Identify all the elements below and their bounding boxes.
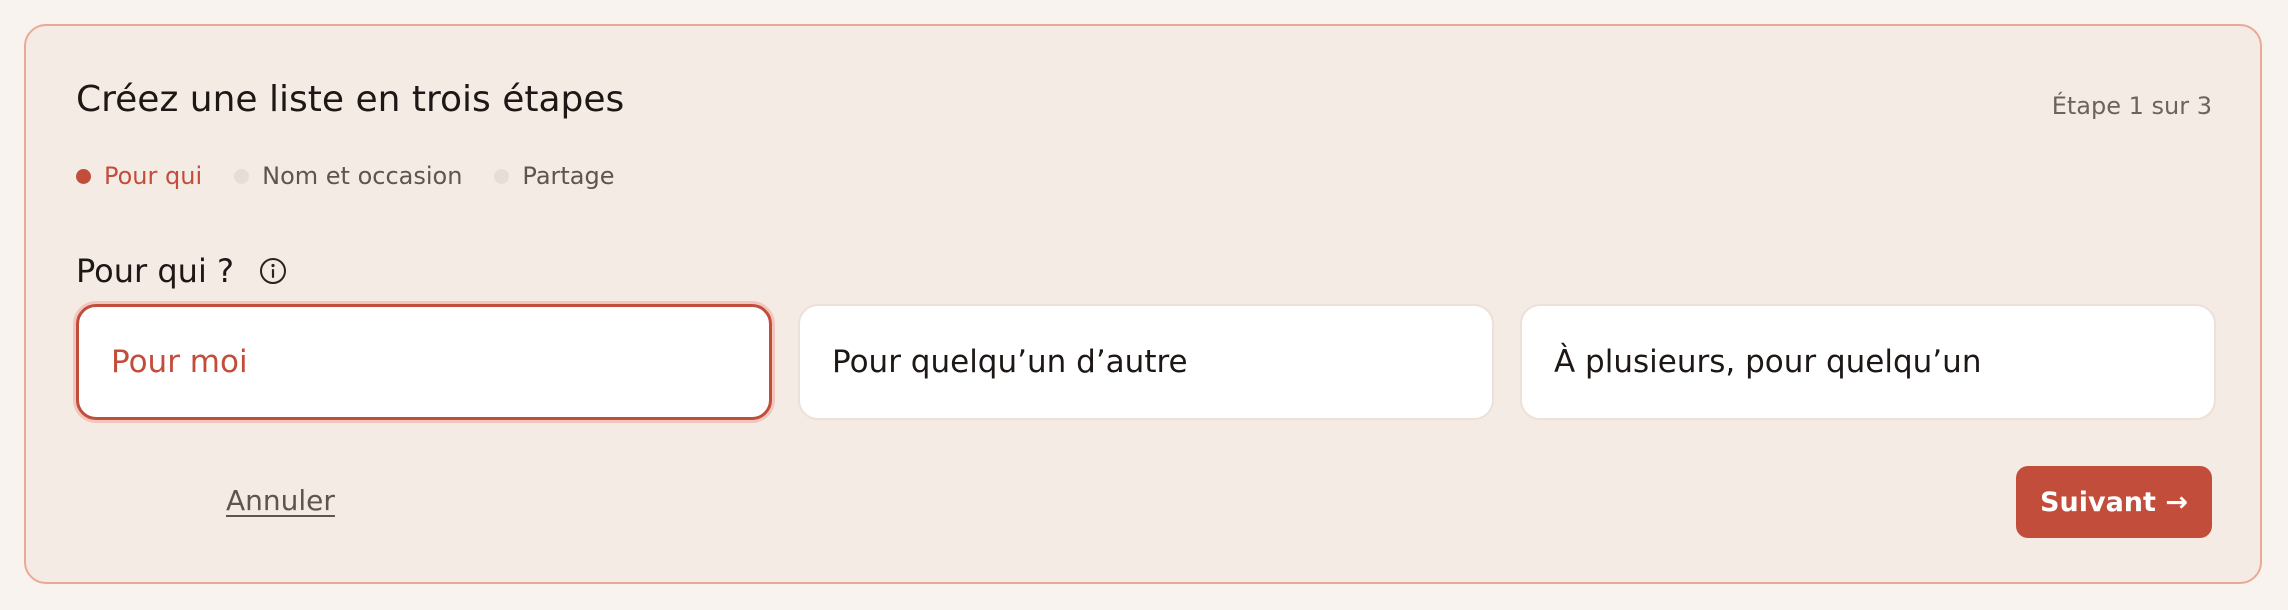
- info-circle-icon[interactable]: [258, 256, 288, 286]
- wizard-title: Créez une liste en trois étapes: [76, 79, 625, 120]
- option-a-plusieurs[interactable]: À plusieurs, pour quelqu’un: [1520, 304, 2216, 420]
- question-label: Pour qui ?: [76, 252, 234, 290]
- step-nom-et-occasion: Nom et occasion: [234, 162, 462, 190]
- cancel-link[interactable]: Annuler: [226, 484, 335, 517]
- wizard-stepper: Pour qui Nom et occasion Partage: [76, 154, 647, 198]
- next-button[interactable]: Suivant →: [2016, 466, 2212, 538]
- step-dot: [234, 168, 250, 184]
- option-pour-quelqu-un-d-autre[interactable]: Pour quelqu’un d’autre: [798, 304, 1494, 420]
- wizard-card: Créez une liste en trois étapes Étape 1 …: [24, 24, 2262, 584]
- recipient-options: Pour moi Pour quelqu’un d’autre À plusie…: [76, 304, 2216, 420]
- step-dot: [494, 168, 510, 184]
- step-counter: Étape 1 sur 3: [2051, 92, 2212, 120]
- step-dot-active: [76, 168, 91, 184]
- step-label: Pour qui: [104, 162, 203, 190]
- option-pour-moi[interactable]: Pour moi: [76, 304, 772, 420]
- step-partage: Partage: [494, 162, 615, 190]
- step-label: Partage: [522, 162, 615, 190]
- step-pour-qui: Pour qui: [76, 162, 202, 190]
- step-label: Nom et occasion: [262, 162, 463, 190]
- question-row: Pour qui ?: [76, 252, 288, 290]
